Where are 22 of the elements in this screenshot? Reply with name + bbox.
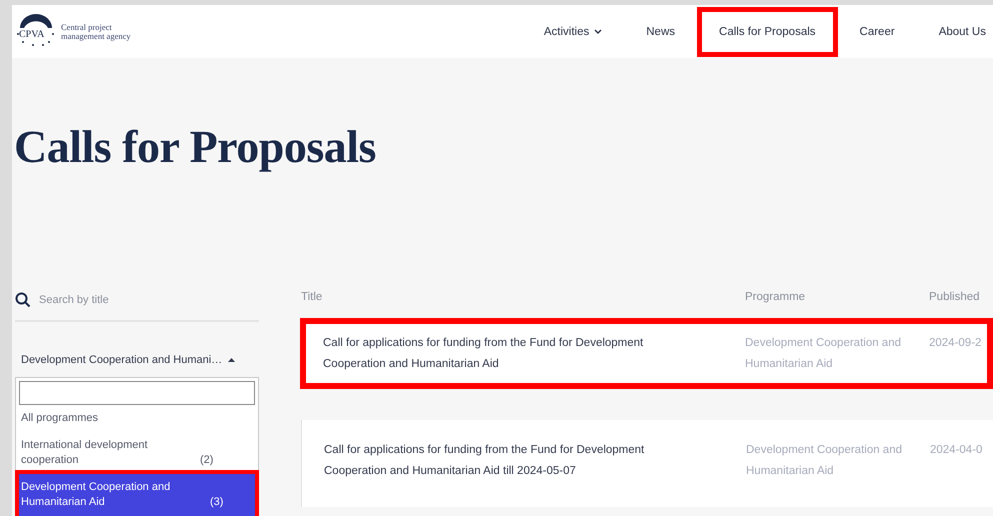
nav-link[interactable]: News [624, 6, 698, 56]
caret-up-icon [228, 358, 236, 362]
column-header: Programme [745, 291, 806, 305]
logo-mark: CPVA [15, 12, 55, 52]
programme-dropdown[interactable]: Development Cooperation and Humani… [15, 352, 259, 368]
search-field[interactable]: Search by title [39, 294, 239, 306]
nav-link[interactable]: Calls for Proposals [697, 6, 838, 56]
filter-input-field[interactable] [19, 381, 255, 405]
nav-link[interactable]: About Us [916, 6, 993, 56]
nav-link[interactable]: Activities [522, 6, 624, 56]
nav-link[interactable]: Career [838, 6, 917, 56]
dropdown-option[interactable]: International development cooperation (2) [19, 432, 255, 474]
search-icon [15, 292, 31, 308]
call-row[interactable]: Call for applications for funding from the Fund for Development Cooperation and Humanitarian Aid till 2024-05-07 Development Cooperation and Humanitarian Aid 2024-04-0 [301, 420, 993, 507]
page-title: Calls for Proposals [13, 120, 377, 174]
agency-name: Central project management agency [61, 22, 131, 40]
call-row[interactable]: Call for applications for funding from the Fund for Development Cooperation and Humanitarian Aid Development Cooperation and Humanitarian Aid 2024-09-2 [300, 318, 993, 389]
column-header: Title [301, 291, 324, 305]
dropdown-option[interactable]: Development Cooperation and Humanitarian Aid (3) [19, 474, 255, 516]
column-header: Published [929, 291, 981, 305]
dropdown-option[interactable]: All programmes [19, 405, 255, 432]
chevron-down-icon [594, 29, 602, 34]
